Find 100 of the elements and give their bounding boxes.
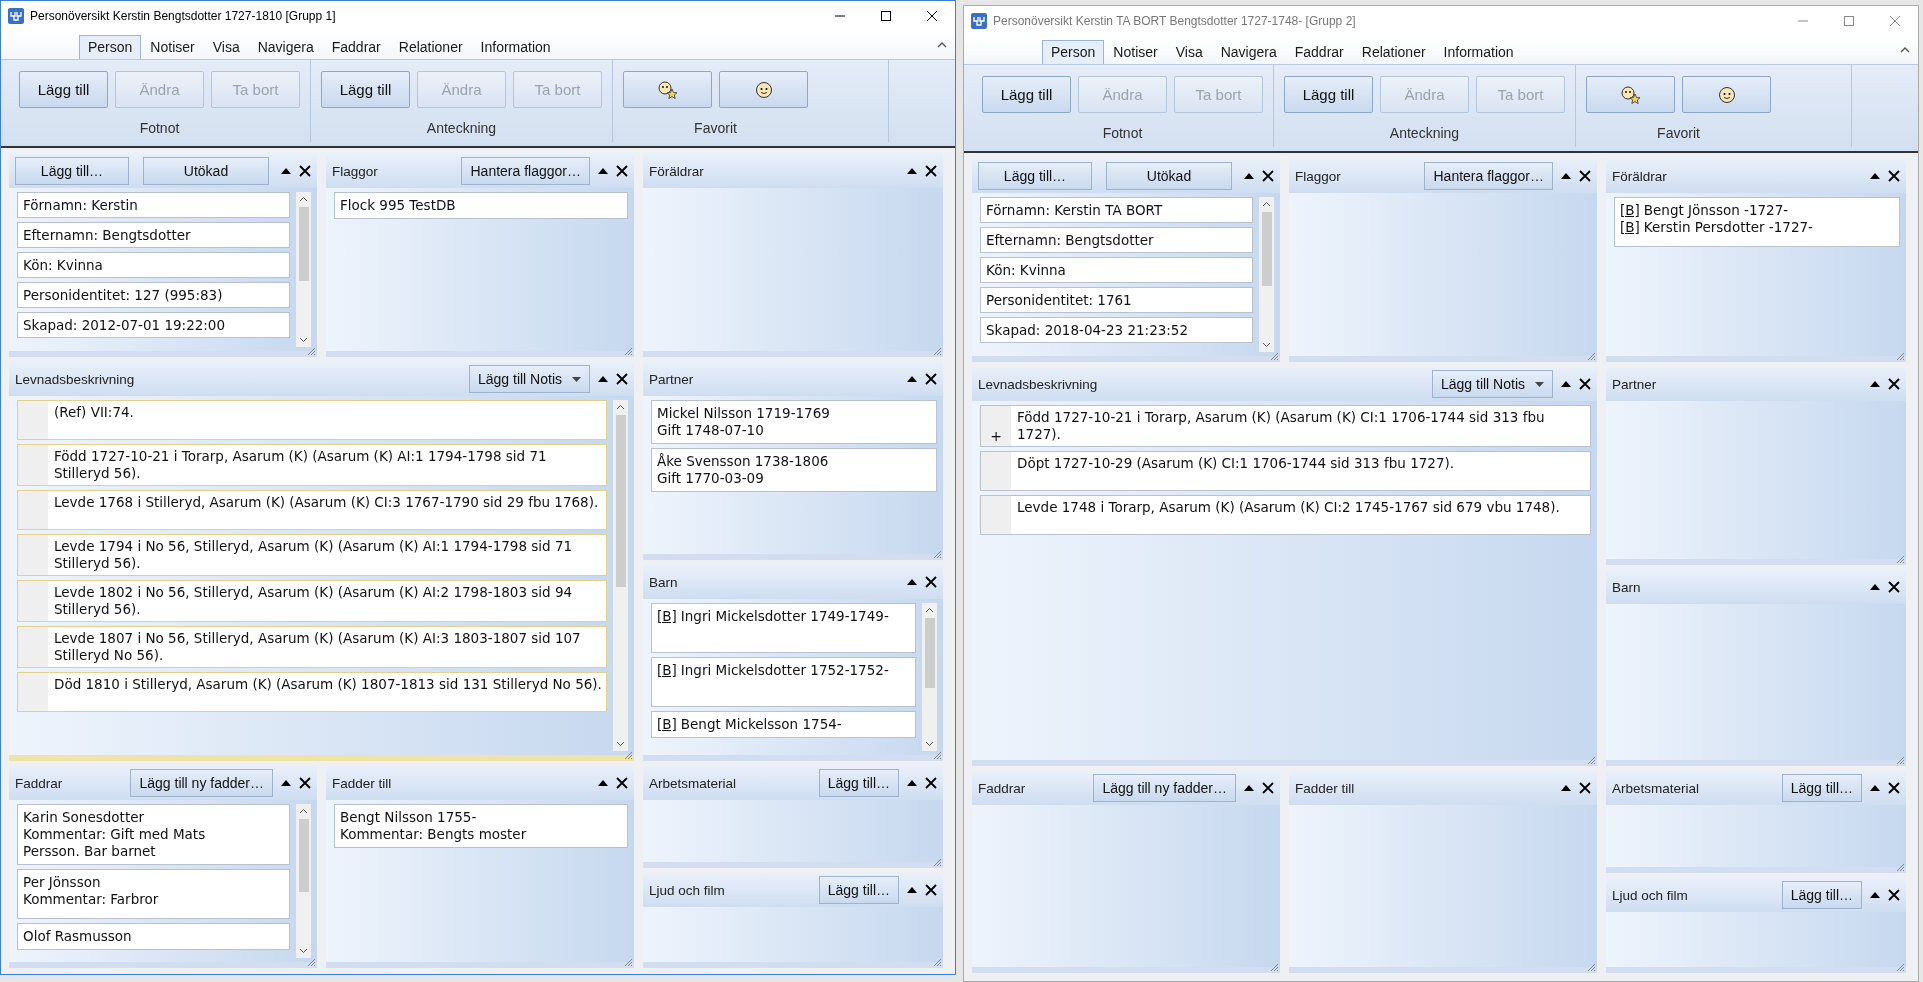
scroll-up-icon[interactable] (1262, 201, 1271, 207)
resize-grip-icon[interactable] (1586, 962, 1596, 972)
close-icon[interactable] (1888, 581, 1900, 593)
panel-button[interactable]: Lägg till ny fadder… (130, 769, 273, 797)
ribbon-tab[interactable]: Information (471, 35, 560, 59)
resize-grip-icon[interactable] (1586, 351, 1596, 361)
ribbon-button[interactable]: Lägg till (321, 71, 410, 108)
ribbon-tab[interactable]: Visa (1166, 40, 1212, 64)
scrollbar[interactable] (922, 603, 937, 751)
scroll-down-icon[interactable] (299, 337, 308, 343)
panel-button[interactable]: Lägg till… (1781, 881, 1862, 909)
field-row[interactable]: Förnamn: Kerstin (17, 192, 290, 218)
ribbon-tab[interactable]: Relationer (389, 35, 472, 59)
link[interactable]: [B] (657, 716, 677, 733)
field-row[interactable]: Efternamn: Bengtsdotter (17, 222, 290, 248)
panel-button[interactable]: Lägg till Notis (1431, 370, 1553, 398)
caret-up-icon[interactable] (907, 886, 917, 894)
chevron-up-icon[interactable] (1900, 46, 1910, 54)
caret-up-icon[interactable] (907, 779, 917, 787)
ribbon-tab[interactable]: Notiser (141, 35, 204, 59)
resize-grip-icon[interactable] (932, 957, 942, 967)
close-icon[interactable] (616, 373, 628, 385)
resize-grip-icon[interactable] (623, 957, 633, 967)
list-item[interactable]: [B] Ingri Mickelsdotter 1752-1752- (651, 657, 916, 707)
link[interactable]: [B] (1620, 202, 1640, 219)
caret-up-icon[interactable] (1870, 891, 1880, 899)
note-row[interactable]: Levde 1794 i No 56, Stilleryd, Asarum (K) (Asarum (K) AI:1 1794-1798 sid 71 Stilleryd 56). (17, 534, 607, 576)
panel-button[interactable]: Lägg till… (978, 162, 1092, 190)
scroll-up-icon[interactable] (925, 607, 934, 613)
scroll-down-icon[interactable] (616, 741, 625, 747)
caret-up-icon[interactable] (1870, 784, 1880, 792)
close-icon[interactable] (925, 373, 937, 385)
close-icon[interactable] (616, 165, 628, 177)
close-icon[interactable] (1579, 782, 1591, 794)
close-icon[interactable] (925, 576, 937, 588)
panel-button[interactable]: Lägg till… (818, 769, 899, 797)
resize-grip-icon[interactable] (623, 346, 633, 356)
chevron-up-icon[interactable] (937, 41, 947, 49)
panel-button[interactable]: Lägg till… (15, 157, 129, 185)
note-row[interactable]: Levde 1748 i Torarp, Asarum (K) (Asarum (K) CI:2 1745-1767 sid 679 vbu 1748). (980, 495, 1591, 535)
caret-up-icon[interactable] (1561, 172, 1571, 180)
caret-up-icon[interactable] (598, 779, 608, 787)
ribbon-tab[interactable]: Navigera (248, 35, 323, 59)
resize-grip-icon[interactable] (1269, 351, 1279, 361)
close-icon[interactable] (1579, 378, 1591, 390)
note-row[interactable]: + Född 1727-10-21 i Torarp, Asarum (K) (Asarum (K) CI:1 1706-1744 sid 313 fbu 1727). (980, 405, 1591, 447)
ribbon-button[interactable]: Lägg till (19, 71, 108, 108)
resize-grip-icon[interactable] (932, 346, 942, 356)
note-row[interactable]: Född 1727-10-21 i Torarp, Asarum (K) (Asarum (K) AI:1 1794-1798 sid 71 Stilleryd 56). (17, 444, 607, 486)
panel-button[interactable]: Lägg till… (818, 876, 899, 904)
resize-grip-icon[interactable] (1895, 554, 1905, 564)
link[interactable]: [B] (1620, 219, 1640, 236)
ribbon-tab[interactable]: Information (1434, 40, 1523, 64)
resize-grip-icon[interactable] (306, 957, 316, 967)
ribbon-button[interactable]: Lägg till (982, 76, 1071, 113)
note-row[interactable]: Levde 1802 i No 56, Stilleryd, Asarum (K) (Asarum (K) AI:2 1798-1803 sid 94 Stilleryd 56). (17, 580, 607, 622)
close-icon[interactable] (1888, 170, 1900, 182)
close-icon[interactable] (1888, 889, 1900, 901)
field-row[interactable]: Skapad: 2012-07-01 19:22:00 (17, 312, 290, 338)
scroll-up-icon[interactable] (299, 196, 308, 202)
resize-grip-icon[interactable] (1586, 755, 1596, 765)
favorite-button[interactable] (623, 71, 712, 108)
field-row[interactable]: Skapad: 2018-04-23 21:23:52 (980, 317, 1253, 343)
caret-up-icon[interactable] (1870, 583, 1880, 591)
ribbon-tab[interactable]: Relationer (1352, 40, 1435, 64)
favorite-button[interactable] (1586, 76, 1675, 113)
caret-up-icon[interactable] (1870, 172, 1880, 180)
list-item[interactable]: Karin Sonesdotter Kommentar: Gift med Mats Persson. Bar barnet (17, 804, 290, 865)
panel-button[interactable]: Hantera flaggor… (1424, 162, 1553, 190)
panel-button[interactable]: Lägg till Notis (468, 365, 590, 393)
close-icon[interactable] (1888, 378, 1900, 390)
scroll-down-icon[interactable] (299, 948, 308, 954)
ribbon-tab[interactable]: Faddrar (322, 35, 390, 59)
caret-up-icon[interactable] (1244, 784, 1254, 792)
list-item[interactable]: Mickel Nilsson 1719-1769 Gift 1748-07-10 (651, 400, 937, 444)
field-row[interactable]: Personidentitet: 127 (995:83) (17, 282, 290, 308)
resize-grip-icon[interactable] (932, 549, 942, 559)
list-item[interactable]: [B] Bengt Mickelsson 1754- (651, 711, 916, 738)
close-icon[interactable] (1579, 170, 1591, 182)
resize-grip-icon[interactable] (306, 346, 316, 356)
list-item[interactable]: Åke Svensson 1738-1806 Gift 1770-03-09 (651, 448, 937, 492)
ribbon-tab[interactable]: Faddrar (1285, 40, 1353, 64)
resize-grip-icon[interactable] (932, 750, 942, 760)
note-row[interactable]: Levde 1807 i No 56, Stilleryd, Asarum (K) (Asarum (K) AI:3 1803-1807 sid 107 Stilleryd No 56). (17, 626, 607, 668)
field-row[interactable]: Förnamn: Kerstin TA BORT (980, 197, 1253, 223)
scroll-down-icon[interactable] (1262, 342, 1271, 348)
ribbon-tab[interactable]: Navigera (1211, 40, 1286, 64)
expand-marker[interactable]: + (990, 428, 1002, 444)
close-icon[interactable] (925, 884, 937, 896)
ribbon-button[interactable]: Lägg till (1284, 76, 1373, 113)
resize-grip-icon[interactable] (1895, 755, 1905, 765)
field-row[interactable]: Kön: Kvinna (17, 252, 290, 278)
ribbon-tab[interactable]: Person (79, 35, 142, 59)
ribbon-tab[interactable]: Person (1042, 40, 1105, 64)
resize-grip-icon[interactable] (1895, 862, 1905, 872)
panel-button[interactable]: Utökad (1106, 162, 1232, 190)
list-item[interactable]: [B] Ingri Mickelsdotter 1749-1749- (651, 603, 916, 653)
caret-up-icon[interactable] (598, 167, 608, 175)
resize-grip-icon[interactable] (623, 750, 633, 760)
scroll-up-icon[interactable] (299, 808, 308, 814)
